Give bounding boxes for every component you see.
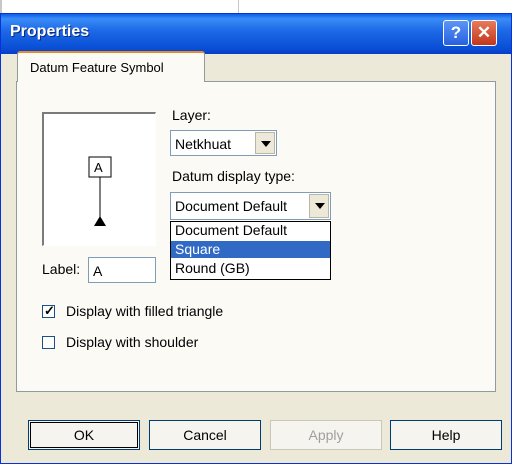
filled-triangle-label: Display with filled triangle bbox=[66, 303, 224, 319]
close-icon: ✕ bbox=[476, 23, 492, 42]
tab-datum-feature-symbol[interactable]: Datum Feature Symbol bbox=[17, 51, 205, 82]
datum-display-select[interactable]: Document Default bbox=[170, 192, 331, 220]
filled-triangle-checkbox[interactable]: ✓ bbox=[42, 303, 55, 318]
layer-label: Layer: bbox=[172, 107, 211, 123]
cancel-button[interactable]: Cancel bbox=[149, 420, 261, 450]
title-bar[interactable]: Properties ? ✕ bbox=[1, 14, 511, 54]
option-document-default[interactable]: Document Default bbox=[171, 222, 330, 239]
label-field-label: Label: bbox=[42, 261, 81, 277]
tab-label: Datum Feature Symbol bbox=[30, 60, 164, 75]
layer-value: Netkhuat bbox=[175, 136, 232, 152]
close-title-button[interactable]: ✕ bbox=[471, 20, 497, 46]
datum-symbol-icon: A bbox=[88, 156, 112, 226]
datum-display-dropdown-button[interactable] bbox=[309, 194, 329, 218]
shoulder-label: Display with shoulder bbox=[66, 334, 199, 350]
datum-display-options-list[interactable]: Document Default Square Round (GB) bbox=[170, 221, 331, 280]
datum-display-value: Document Default bbox=[175, 198, 288, 214]
help-button[interactable]: Help bbox=[390, 420, 502, 450]
chevron-down-icon bbox=[261, 141, 271, 147]
ok-button[interactable]: OK bbox=[28, 420, 140, 450]
label-input-value: A bbox=[93, 263, 103, 279]
symbol-preview: A bbox=[42, 112, 156, 246]
preview-letter: A bbox=[94, 160, 103, 175]
label-input[interactable]: A bbox=[88, 257, 156, 283]
option-square[interactable]: Square bbox=[171, 241, 330, 258]
dialog-title: Properties bbox=[10, 23, 90, 40]
shoulder-checkbox[interactable] bbox=[42, 336, 55, 349]
apply-button[interactable]: Apply bbox=[270, 420, 382, 450]
option-round-gb[interactable]: Round (GB) bbox=[171, 260, 330, 277]
layer-dropdown-button[interactable] bbox=[255, 132, 275, 154]
background-line bbox=[238, 0, 239, 14]
checkmark-icon: ✓ bbox=[44, 303, 55, 318]
help-title-button[interactable]: ? bbox=[443, 20, 469, 46]
layer-select[interactable]: Netkhuat bbox=[170, 130, 277, 156]
datum-display-label: Datum display type: bbox=[172, 168, 295, 184]
question-mark-icon: ? bbox=[450, 23, 462, 42]
chevron-down-icon bbox=[315, 203, 325, 209]
